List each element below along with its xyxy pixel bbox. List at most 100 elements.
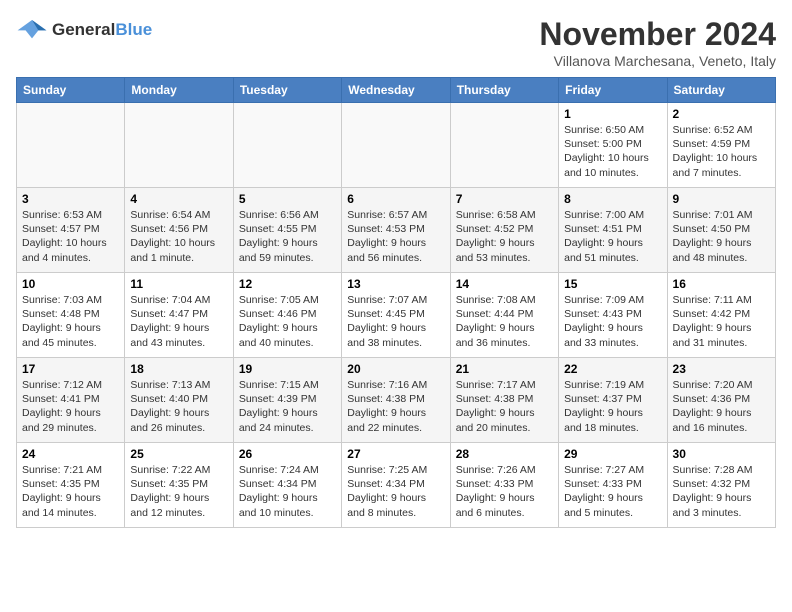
day-info: Sunrise: 7:16 AMSunset: 4:38 PMDaylight:… [347,378,444,435]
day-number: 18 [130,362,227,376]
calendar-cell: 15 Sunrise: 7:09 AMSunset: 4:43 PMDayligh… [559,273,667,358]
day-info: Sunrise: 7:03 AMSunset: 4:48 PMDaylight:… [22,293,119,350]
day-info: Sunrise: 7:07 AMSunset: 4:45 PMDaylight:… [347,293,444,350]
day-header-wednesday: Wednesday [342,78,450,103]
calendar-cell [233,103,341,188]
calendar-cell: 23Sunrise: 7:20 AMSunset: 4:36 PMDayligh… [667,358,775,443]
day-number: 25 [130,447,227,461]
calendar-cell: 19 Sunrise: 7:15 AMSunset: 4:39 PMDayligh… [233,358,341,443]
calendar-cell: 9Sunrise: 7:01 AMSunset: 4:50 PMDaylight… [667,188,775,273]
day-info: Sunrise: 6:56 AMSunset: 4:55 PMDaylight:… [239,208,336,265]
logo: GeneralBlue [16,16,152,44]
day-info: Sunrise: 6:57 AMSunset: 4:53 PMDaylight:… [347,208,444,265]
calendar-cell [125,103,233,188]
day-info: Sunrise: 6:52 AMSunset: 4:59 PMDaylight:… [673,123,770,180]
day-number: 19 [239,362,336,376]
calendar-header-row: SundayMondayTuesdayWednesdayThursdayFrid… [17,78,776,103]
day-info: Sunrise: 7:04 AMSunset: 4:47 PMDaylight:… [130,293,227,350]
month-title: November 2024 [539,16,776,53]
calendar-cell: 14Sunrise: 7:08 AMSunset: 4:44 PMDayligh… [450,273,558,358]
calendar-cell: 20 Sunrise: 7:16 AMSunset: 4:38 PMDayligh… [342,358,450,443]
day-number: 4 [130,192,227,206]
day-header-friday: Friday [559,78,667,103]
calendar-cell: 27Sunrise: 7:25 AMSunset: 4:34 PMDayligh… [342,443,450,528]
day-info: Sunrise: 7:27 AMSunset: 4:33 PMDaylight:… [564,463,661,520]
day-number: 28 [456,447,553,461]
day-info: Sunrise: 7:13 AMSunset: 4:40 PMDaylight:… [130,378,227,435]
calendar-week-1: 1 Sunrise: 6:50 AMSunset: 5:00 PMDaylight… [17,103,776,188]
calendar-cell: 5 Sunrise: 6:56 AMSunset: 4:55 PMDaylight… [233,188,341,273]
calendar-cell: 12Sunrise: 7:05 AMSunset: 4:46 PMDayligh… [233,273,341,358]
calendar-cell: 29Sunrise: 7:27 AMSunset: 4:33 PMDayligh… [559,443,667,528]
day-header-monday: Monday [125,78,233,103]
calendar-cell: 13 Sunrise: 7:07 AMSunset: 4:45 PMDayligh… [342,273,450,358]
calendar-cell: 2 Sunrise: 6:52 AMSunset: 4:59 PMDaylight… [667,103,775,188]
day-info: Sunrise: 7:17 AMSunset: 4:38 PMDaylight:… [456,378,553,435]
title-block: November 2024 Villanova Marchesana, Vene… [539,16,776,69]
day-number: 20 [347,362,444,376]
calendar-cell: 18 Sunrise: 7:13 AMSunset: 4:40 PMDayligh… [125,358,233,443]
day-info: Sunrise: 7:25 AMSunset: 4:34 PMDaylight:… [347,463,444,520]
calendar-cell [450,103,558,188]
day-info: Sunrise: 7:26 AMSunset: 4:33 PMDaylight:… [456,463,553,520]
day-number: 30 [673,447,770,461]
day-number: 26 [239,447,336,461]
calendar-cell: 25 Sunrise: 7:22 AMSunset: 4:35 PMDayligh… [125,443,233,528]
page-header: GeneralBlue November 2024 Villanova Marc… [16,16,776,69]
day-number: 7 [456,192,553,206]
day-info: Sunrise: 7:11 AMSunset: 4:42 PMDaylight:… [673,293,770,350]
logo-text: GeneralBlue [52,20,152,40]
calendar-table: SundayMondayTuesdayWednesdayThursdayFrid… [16,77,776,528]
calendar-cell: 22Sunrise: 7:19 AMSunset: 4:37 PMDayligh… [559,358,667,443]
calendar-cell: 26 Sunrise: 7:24 AMSunset: 4:34 PMDayligh… [233,443,341,528]
calendar-cell: 24Sunrise: 7:21 AMSunset: 4:35 PMDayligh… [17,443,125,528]
calendar-cell: 17 Sunrise: 7:12 AMSunset: 4:41 PMDayligh… [17,358,125,443]
day-number: 5 [239,192,336,206]
calendar-cell: 28 Sunrise: 7:26 AMSunset: 4:33 PMDayligh… [450,443,558,528]
day-info: Sunrise: 6:53 AMSunset: 4:57 PMDaylight:… [22,208,119,265]
day-number: 21 [456,362,553,376]
logo-icon [16,16,48,44]
day-number: 15 [564,277,661,291]
calendar-cell: 30 Sunrise: 7:28 AMSunset: 4:32 PMDayligh… [667,443,775,528]
day-number: 3 [22,192,119,206]
day-number: 16 [673,277,770,291]
day-number: 9 [673,192,770,206]
calendar-cell: 8Sunrise: 7:00 AMSunset: 4:51 PMDaylight… [559,188,667,273]
day-number: 6 [347,192,444,206]
calendar-cell: 16 Sunrise: 7:11 AMSunset: 4:42 PMDayligh… [667,273,775,358]
day-info: Sunrise: 7:24 AMSunset: 4:34 PMDaylight:… [239,463,336,520]
calendar-cell [17,103,125,188]
calendar-week-2: 3 Sunrise: 6:53 AMSunset: 4:57 PMDaylight… [17,188,776,273]
day-info: Sunrise: 6:50 AMSunset: 5:00 PMDaylight:… [564,123,661,180]
day-info: Sunrise: 6:58 AMSunset: 4:52 PMDaylight:… [456,208,553,265]
calendar-cell: 1 Sunrise: 6:50 AMSunset: 5:00 PMDaylight… [559,103,667,188]
day-info: Sunrise: 7:15 AMSunset: 4:39 PMDaylight:… [239,378,336,435]
day-number: 13 [347,277,444,291]
calendar-week-4: 17 Sunrise: 7:12 AMSunset: 4:41 PMDayligh… [17,358,776,443]
calendar-cell: 3 Sunrise: 6:53 AMSunset: 4:57 PMDaylight… [17,188,125,273]
day-info: Sunrise: 7:12 AMSunset: 4:41 PMDaylight:… [22,378,119,435]
day-number: 10 [22,277,119,291]
day-info: Sunrise: 7:19 AMSunset: 4:37 PMDaylight:… [564,378,661,435]
day-info: Sunrise: 7:22 AMSunset: 4:35 PMDaylight:… [130,463,227,520]
calendar-cell: 7 Sunrise: 6:58 AMSunset: 4:52 PMDaylight… [450,188,558,273]
day-info: Sunrise: 7:28 AMSunset: 4:32 PMDaylight:… [673,463,770,520]
calendar-cell: 6 Sunrise: 6:57 AMSunset: 4:53 PMDaylight… [342,188,450,273]
day-info: Sunrise: 7:09 AMSunset: 4:43 PMDaylight:… [564,293,661,350]
calendar-cell: 11Sunrise: 7:04 AMSunset: 4:47 PMDayligh… [125,273,233,358]
location: Villanova Marchesana, Veneto, Italy [539,53,776,69]
calendar-cell [342,103,450,188]
calendar-cell: 4 Sunrise: 6:54 AMSunset: 4:56 PMDaylight… [125,188,233,273]
day-info: Sunrise: 6:54 AMSunset: 4:56 PMDaylight:… [130,208,227,265]
day-header-sunday: Sunday [17,78,125,103]
day-number: 14 [456,277,553,291]
day-number: 12 [239,277,336,291]
day-number: 1 [564,107,661,121]
calendar-cell: 10 Sunrise: 7:03 AMSunset: 4:48 PMDayligh… [17,273,125,358]
day-number: 2 [673,107,770,121]
day-header-tuesday: Tuesday [233,78,341,103]
day-info: Sunrise: 7:20 AMSunset: 4:36 PMDaylight:… [673,378,770,435]
day-header-thursday: Thursday [450,78,558,103]
day-number: 17 [22,362,119,376]
